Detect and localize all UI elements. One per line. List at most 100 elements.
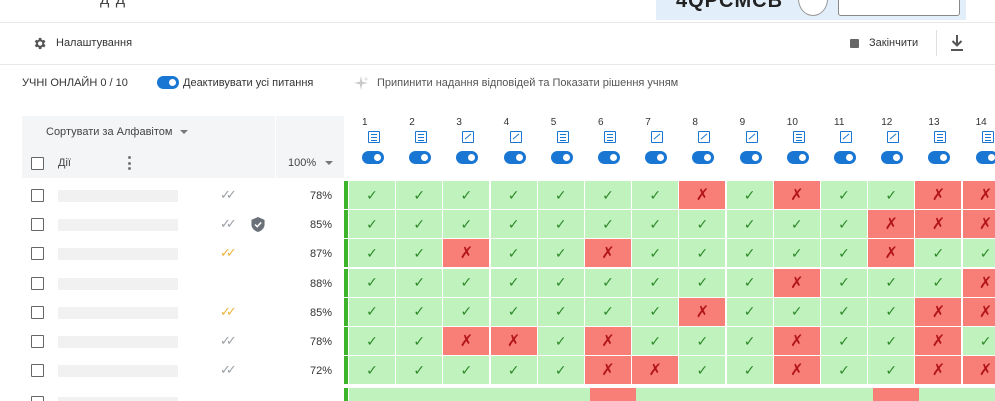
list-question-icon[interactable] (604, 131, 616, 143)
row-checkbox[interactable] (31, 247, 44, 261)
answer-cell-wrong[interactable]: ✗ (962, 210, 995, 239)
answer-cell-correct[interactable]: ✓ (962, 327, 995, 355)
answer-cell-wrong[interactable]: ✗ (915, 210, 962, 239)
answer-cell-wrong[interactable]: ✗ (585, 356, 631, 385)
answer-cell-correct[interactable]: ✓ (726, 268, 773, 297)
answer-cell-correct[interactable]: ✓ (349, 297, 395, 326)
answer-cell-correct[interactable]: ✓ (632, 268, 679, 297)
deactivate-all-toggle[interactable] (157, 76, 179, 89)
clipped-input-box[interactable] (838, 0, 960, 16)
answer-cell-correct[interactable]: ✓ (396, 297, 443, 326)
answer-cell-correct[interactable]: ✓ (632, 327, 679, 355)
answer-cell-wrong[interactable]: ✗ (679, 181, 726, 209)
answer-cell-correct[interactable]: ✓ (679, 210, 726, 239)
answer-cell-correct[interactable]: ✓ (821, 356, 867, 385)
question-active-toggle[interactable] (456, 151, 479, 164)
student-name-placeholder[interactable] (58, 219, 178, 232)
answer-cell-correct[interactable]: ✓ (490, 268, 537, 297)
answer-cell-correct[interactable]: ✓ (632, 297, 679, 326)
student-name-placeholder[interactable] (58, 306, 178, 319)
row-checkbox[interactable] (31, 396, 44, 401)
answer-cell-correct[interactable]: ✓ (349, 210, 395, 239)
list-question-icon[interactable] (792, 131, 805, 143)
answer-cell-correct[interactable]: ✓ (726, 297, 773, 326)
answer-cell-correct[interactable]: ✓ (962, 239, 995, 268)
answer-cell-correct[interactable]: ✓ (868, 356, 915, 385)
image-question-icon[interactable] (840, 131, 852, 143)
answer-cell-wrong[interactable]: ✗ (962, 181, 995, 209)
answer-cell-correct[interactable]: ✓ (679, 268, 726, 297)
answer-cell-correct[interactable]: ✓ (443, 268, 490, 297)
row-checkbox[interactable] (31, 218, 44, 232)
answer-cell-wrong[interactable]: ✗ (915, 181, 962, 209)
answer-cell-wrong[interactable]: ✗ (915, 356, 962, 385)
answer-cell-correct[interactable]: ✓ (349, 268, 395, 297)
answer-cell-wrong[interactable]: ✗ (868, 239, 915, 268)
question-active-toggle[interactable] (692, 151, 715, 164)
row-checkbox[interactable] (31, 276, 44, 290)
answer-cell-correct[interactable]: ✓ (396, 181, 443, 209)
student-name-placeholder[interactable] (58, 190, 178, 202)
answer-cell-wrong[interactable]: ✗ (962, 268, 995, 297)
answer-cell-correct[interactable]: ✓ (726, 210, 773, 239)
image-question-icon[interactable] (651, 131, 664, 143)
answer-cell-wrong[interactable]: ✗ (773, 327, 820, 355)
answer-cell-correct[interactable]: ✓ (396, 356, 443, 385)
answer-cell-correct[interactable]: ✓ (868, 181, 915, 209)
answer-cell-wrong[interactable]: ✗ (490, 327, 537, 355)
student-name-placeholder[interactable] (58, 248, 178, 261)
answer-cell-correct[interactable]: ✓ (443, 181, 490, 209)
answer-cell-wrong[interactable]: ✗ (585, 327, 631, 355)
row-checkbox[interactable] (31, 305, 44, 319)
question-active-toggle[interactable] (550, 151, 573, 164)
answer-cell-wrong[interactable]: ✗ (915, 297, 962, 326)
answer-cell-correct[interactable]: ✓ (490, 239, 537, 268)
answer-cell-correct[interactable]: ✓ (585, 297, 631, 326)
select-all-checkbox[interactable] (31, 157, 44, 170)
answer-cell-correct[interactable]: ✓ (396, 268, 443, 297)
student-name-placeholder[interactable] (58, 277, 178, 290)
answer-cell-correct[interactable]: ✓ (915, 268, 962, 297)
answer-cell-wrong[interactable]: ✗ (773, 268, 820, 297)
list-question-icon[interactable] (934, 131, 947, 143)
list-question-icon[interactable] (981, 131, 994, 143)
answer-cell-correct[interactable]: ✓ (396, 327, 443, 355)
question-active-toggle[interactable] (409, 151, 432, 164)
question-active-toggle[interactable] (881, 151, 904, 164)
answer-cell-correct[interactable]: ✓ (537, 297, 584, 326)
answer-cell-correct[interactable]: ✓ (585, 210, 631, 239)
answer-cell-wrong[interactable]: ✗ (773, 356, 820, 385)
answer-cell-correct[interactable]: ✓ (821, 327, 867, 355)
row-checkbox[interactable] (31, 335, 44, 348)
answer-cell-wrong[interactable]: ✗ (632, 356, 679, 385)
answer-cell-correct[interactable]: ✓ (679, 239, 726, 268)
answer-cell-correct[interactable]: ✓ (868, 297, 915, 326)
list-question-icon[interactable] (556, 131, 569, 143)
answer-cell-correct[interactable]: ✓ (632, 239, 679, 268)
answer-cell-correct[interactable]: ✓ (490, 297, 537, 326)
answer-cell-correct[interactable]: ✓ (537, 268, 584, 297)
answer-cell-wrong[interactable]: ✗ (443, 327, 490, 355)
stop-answers-show-solutions-button[interactable]: Припинити надання відповідей та Показати… (377, 77, 678, 89)
answer-cell-correct[interactable]: ✓ (349, 356, 395, 385)
answer-cell-correct[interactable]: ✓ (773, 297, 820, 326)
kebab-menu-icon[interactable] (126, 156, 132, 170)
question-active-toggle[interactable] (834, 151, 856, 164)
answer-cell-wrong[interactable]: ✗ (585, 239, 631, 268)
list-question-icon[interactable] (415, 131, 428, 143)
answer-cell-wrong[interactable]: ✗ (962, 297, 995, 326)
answer-cell-correct[interactable]: ✓ (821, 297, 867, 326)
answer-cell-correct[interactable]: ✓ (443, 210, 490, 239)
answer-cell-wrong[interactable]: ✗ (773, 181, 820, 209)
question-active-toggle[interactable] (975, 151, 995, 164)
row-checkbox[interactable] (31, 189, 44, 202)
answer-cell-wrong[interactable]: ✗ (868, 210, 915, 239)
answer-cell-correct[interactable]: ✓ (726, 181, 773, 209)
answer-cell-correct[interactable]: ✓ (490, 356, 537, 385)
answer-cell-wrong[interactable]: ✗ (915, 327, 962, 355)
question-active-toggle[interactable] (739, 151, 762, 164)
download-button[interactable] (949, 34, 965, 52)
answer-cell-correct[interactable]: ✓ (537, 356, 584, 385)
answer-cell-correct[interactable]: ✓ (773, 239, 820, 268)
answer-cell-correct[interactable]: ✓ (490, 181, 537, 209)
